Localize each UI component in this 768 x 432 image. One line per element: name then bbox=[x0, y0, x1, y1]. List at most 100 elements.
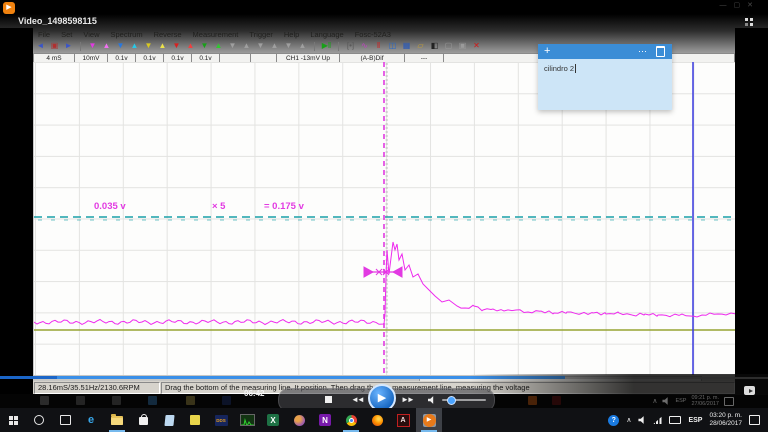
ch2-up-icon[interactable]: ▲ bbox=[129, 41, 140, 51]
forward-button[interactable]: ►► bbox=[401, 395, 413, 404]
delete-note-icon[interactable] bbox=[656, 46, 665, 57]
hidden-icons-chevron[interactable]: ∧ bbox=[626, 416, 631, 424]
taskbar-notepad-icon[interactable] bbox=[156, 408, 182, 432]
action-center-icon[interactable] bbox=[749, 415, 760, 425]
ghost-tray: ∧ ESP 09:21 p. m.27/06/2017 bbox=[652, 395, 734, 407]
ch6-down-icon[interactable]: ▼ bbox=[227, 41, 238, 51]
save-file-icon[interactable]: ▦ bbox=[401, 41, 412, 51]
sticky-note-body[interactable]: cilindro 2 bbox=[538, 59, 672, 110]
note-menu-icon[interactable]: ⋯ bbox=[638, 46, 648, 57]
ghost-edge-icon bbox=[148, 396, 157, 405]
disabled-b-icon[interactable]: ▣ bbox=[457, 41, 468, 51]
ch3-up-icon[interactable]: ▲ bbox=[157, 41, 168, 51]
ch5-down-icon[interactable]: ▼ bbox=[199, 41, 210, 51]
taskbar-video-player-icon[interactable] bbox=[416, 408, 442, 432]
help-tray-icon[interactable]: ? bbox=[608, 415, 619, 426]
prev-marker-icon[interactable]: ◄ bbox=[35, 41, 46, 51]
taskbar-store-icon[interactable] bbox=[130, 408, 156, 432]
taskbar-edge-icon[interactable]: e bbox=[78, 408, 104, 432]
taskbar-excel-icon[interactable]: X bbox=[260, 408, 286, 432]
system-tray: ? ∧ ESP 03:20 p. m.28/06/2017 bbox=[608, 412, 768, 428]
next-marker-icon[interactable]: ► bbox=[63, 41, 74, 51]
ghost-language: ESP bbox=[675, 398, 686, 404]
contrast-view-icon[interactable]: ◧ bbox=[429, 41, 440, 51]
taskbar-clock[interactable]: 03:20 p. m.28/06/2017 bbox=[709, 412, 742, 428]
ch6-up-icon[interactable]: ▲ bbox=[241, 41, 252, 51]
menu-item-help[interactable]: Help bbox=[284, 30, 299, 40]
multiplier-label: × 5 bbox=[212, 201, 225, 212]
window-controls[interactable]: —▢✕ bbox=[720, 1, 761, 9]
mini-player-icon[interactable] bbox=[744, 386, 755, 395]
text-cursor bbox=[575, 64, 576, 73]
network-tray-icon[interactable] bbox=[653, 416, 662, 424]
menu-item-spectrum[interactable]: Spectrum bbox=[110, 30, 142, 40]
waveform-mode-icon[interactable]: ∿ bbox=[359, 41, 370, 51]
grid-view-icon[interactable] bbox=[745, 18, 754, 27]
window-view-icon[interactable]: ◫ bbox=[387, 41, 398, 51]
video-app-icon: ▶ bbox=[3, 2, 15, 14]
ghost-start-icon bbox=[40, 396, 49, 405]
ch4-up-icon[interactable]: ▲ bbox=[185, 41, 196, 51]
record-brackets-icon[interactable]: [•] bbox=[345, 41, 356, 51]
rewind-button[interactable]: ◄◄ bbox=[351, 395, 363, 404]
taskbar-onenote-icon[interactable]: N bbox=[312, 408, 338, 432]
ch2-down-icon[interactable]: ▼ bbox=[115, 41, 126, 51]
play-step-icon[interactable]: ▶‖ bbox=[321, 41, 332, 51]
close-icon: ✕ bbox=[747, 2, 760, 9]
ch7-down-icon[interactable]: ▼ bbox=[255, 41, 266, 51]
menu-item-measurement[interactable]: Measurement bbox=[193, 30, 239, 40]
measured-voltage-label: 0.035 v bbox=[94, 201, 126, 212]
taskbar-chrome-icon[interactable] bbox=[338, 408, 364, 432]
sticky-note-header[interactable]: + ⋯ bbox=[538, 44, 672, 59]
taskbar-sticky-notes-icon[interactable] bbox=[182, 408, 208, 432]
ch1-up-icon[interactable]: ▲ bbox=[101, 41, 112, 51]
touch-keyboard-icon[interactable] bbox=[669, 416, 681, 424]
ghost-folder-icon bbox=[186, 396, 195, 405]
stop-button[interactable] bbox=[325, 396, 332, 403]
letterbox-left bbox=[0, 28, 33, 394]
menu-item-reverse[interactable]: Reverse bbox=[154, 30, 182, 40]
menu-item-fosc-52a3[interactable]: Fosc-52A3 bbox=[355, 30, 391, 40]
ch8-down-icon[interactable]: ▼ bbox=[283, 41, 294, 51]
disabled-a-icon[interactable]: ▢ bbox=[443, 41, 454, 51]
ch1-down-icon[interactable]: ▼ bbox=[87, 41, 98, 51]
taskbar-adobe-reader-icon[interactable]: A bbox=[390, 408, 416, 432]
video-title: Video_1498598115 bbox=[18, 16, 97, 26]
volume-tray-icon[interactable] bbox=[638, 416, 646, 424]
taskbar-file-explorer-icon[interactable] bbox=[104, 408, 130, 432]
menu-item-view[interactable]: View bbox=[83, 30, 99, 40]
ghost-taskview-icon bbox=[112, 396, 121, 405]
taskbar-scope-app-icon[interactable] bbox=[234, 408, 260, 432]
menu-item-trigger[interactable]: Trigger bbox=[249, 30, 272, 40]
volume-knob[interactable] bbox=[447, 396, 456, 405]
ch3-down-icon[interactable]: ▼ bbox=[143, 41, 154, 51]
trigger-marker[interactable] bbox=[364, 267, 402, 277]
marker-toggle-icon[interactable]: ▣ bbox=[49, 41, 60, 51]
menu-item-set[interactable]: Set bbox=[61, 30, 72, 40]
pause-red-icon[interactable]: ‖ bbox=[373, 41, 384, 51]
open-file-icon[interactable]: ▱ bbox=[415, 41, 426, 51]
ch1-waveform-trace bbox=[34, 242, 736, 325]
taskbar-task-view-icon[interactable] bbox=[52, 408, 78, 432]
ghost-volume-icon bbox=[662, 397, 670, 405]
new-note-icon[interactable]: + bbox=[544, 45, 550, 58]
taskbar-search-icon[interactable] bbox=[26, 408, 52, 432]
overlay-shade bbox=[470, 374, 768, 395]
ch8-up-icon[interactable]: ▲ bbox=[297, 41, 308, 51]
taskbar-paint-3d-icon[interactable] bbox=[286, 408, 312, 432]
taskbar-firefox-icon[interactable] bbox=[364, 408, 390, 432]
timing-readout: 28.16mS/35.51Hz/2130.6RPM bbox=[34, 382, 160, 394]
close-doc-icon[interactable]: ✕ bbox=[471, 41, 482, 51]
maximize-icon: ▢ bbox=[734, 2, 748, 9]
video-progress-head bbox=[0, 376, 57, 379]
ch4-down-icon[interactable]: ▼ bbox=[171, 41, 182, 51]
menu-item-language[interactable]: Language bbox=[310, 30, 343, 40]
ch7-up-icon[interactable]: ▲ bbox=[269, 41, 280, 51]
language-indicator[interactable]: ESP bbox=[688, 417, 702, 424]
sticky-note[interactable]: + ⋯ cilindro 2 bbox=[538, 44, 672, 110]
taskbar-start-icon[interactable] bbox=[0, 408, 26, 432]
volume-icon[interactable] bbox=[428, 396, 436, 404]
ch5-up-icon[interactable]: ▲ bbox=[213, 41, 224, 51]
menu-item-file[interactable]: File bbox=[38, 30, 50, 40]
taskbar-dds-icon[interactable]: DDS bbox=[208, 408, 234, 432]
